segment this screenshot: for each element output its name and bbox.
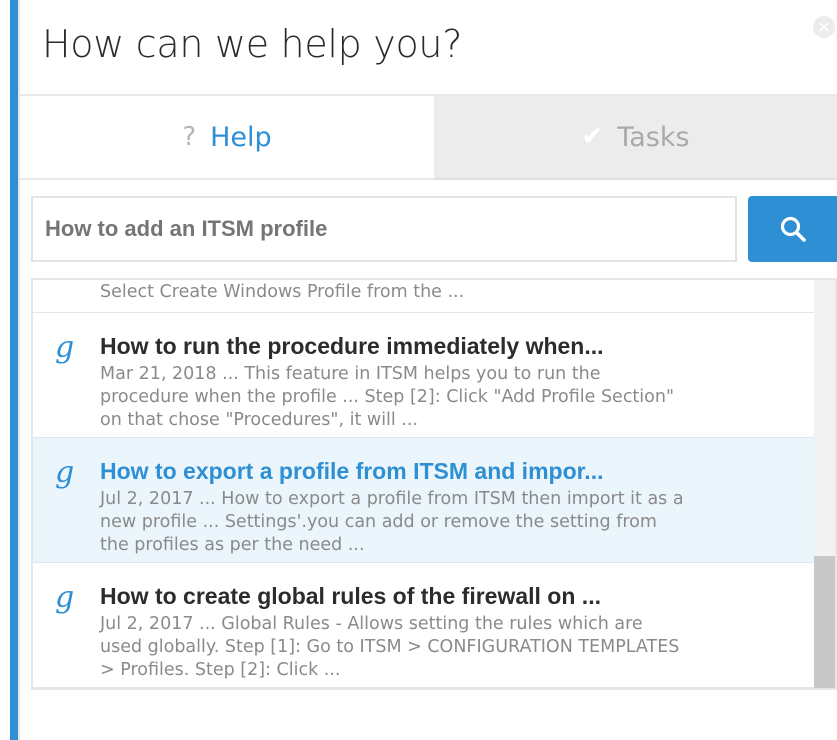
list-item[interactable]: g How to export a profile from ITSM and … [33, 438, 816, 563]
close-icon[interactable]: × [813, 16, 835, 38]
results-list[interactable]: Select Create Windows Profile from the .… [31, 278, 837, 690]
tab-bar: ? Help ✔ Tasks [20, 96, 837, 180]
check-icon: ✔ [581, 122, 604, 152]
tab-help[interactable]: ? Help [20, 96, 434, 180]
left-rail [0, 0, 10, 740]
result-snippet: Jul 2, 2017 ... How to export a profile … [100, 489, 684, 555]
result-snippet: Select Create Windows Profile from the .… [100, 282, 465, 302]
search-input[interactable] [31, 196, 737, 262]
article-icon: g [55, 580, 75, 615]
list-item[interactable]: g How to run the procedure immediately w… [33, 313, 816, 438]
accent-bar [10, 0, 18, 740]
result-title[interactable]: How to create global rules of the firewa… [100, 583, 700, 610]
tab-tasks-label: Tasks [617, 121, 690, 153]
search-icon [780, 216, 806, 242]
result-snippet: Mar 21, 2018 ... This feature in ITSM he… [100, 364, 675, 430]
result-snippet: Jul 2, 2017 ... Global Rules - Allows se… [100, 614, 680, 680]
tab-tasks[interactable]: ✔ Tasks [434, 96, 837, 180]
page-title: How can we help you? [42, 22, 463, 66]
search-button[interactable] [748, 196, 837, 262]
result-title[interactable]: How to export a profile from ITSM and im… [100, 458, 700, 485]
question-icon: ? [182, 122, 197, 152]
list-item[interactable]: Select Create Windows Profile from the .… [33, 280, 816, 313]
list-item[interactable]: g How to create global rules of the fire… [33, 563, 816, 688]
result-title[interactable]: How to run the procedure immediately whe… [100, 333, 700, 360]
scrollbar[interactable] [814, 280, 835, 688]
search-box [31, 196, 737, 262]
article-icon: g [55, 455, 75, 490]
panel-header: How can we help you? × [20, 0, 837, 96]
tab-help-label: Help [210, 121, 272, 153]
article-icon: g [55, 330, 75, 365]
scrollbar-thumb[interactable] [814, 556, 835, 688]
